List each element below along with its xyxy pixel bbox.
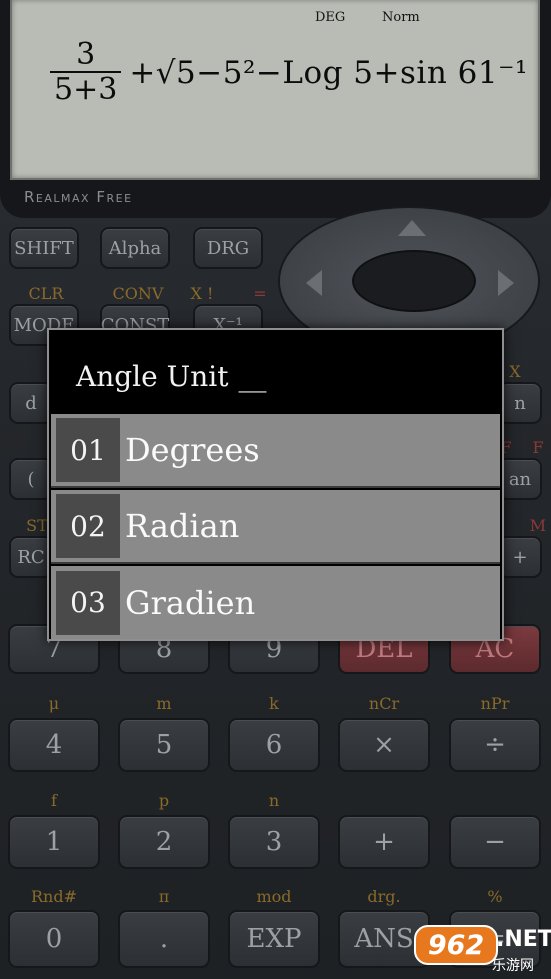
option-label: Degrees [125,431,260,469]
arrow-left-icon[interactable] [306,270,322,296]
dialog-title: Angle Unit __ [76,360,266,393]
dpad-center-button[interactable] [352,250,476,312]
label-kilo: k [269,694,279,713]
option-number: 03 [56,570,120,635]
equals-label: = [253,284,267,303]
right-key-row5[interactable]: + [498,536,542,578]
angle-unit-dialog: Angle Unit __ 01 Degrees 02 Radian 03 Gra… [47,328,504,641]
dialog-title-text: Angle Unit [76,360,229,393]
expression-rest: +√5−5²−Log 5+sin 61⁻¹ [129,55,528,91]
watermark-logo: 962 .NET 乐游网 [410,925,551,979]
label-micro: μ [48,694,60,713]
right-label-row5: M [529,516,547,535]
label-ncr: nCr [368,694,400,713]
arrow-up-icon[interactable] [398,220,426,236]
drg-button[interactable]: DRG [193,227,263,269]
option-label: Radian [125,507,240,545]
clr-label: CLR [28,284,64,303]
arrow-right-icon[interactable] [498,270,514,296]
alpha-button[interactable]: Alpha [100,227,170,269]
fraction-numerator: 3 [76,37,96,72]
option-gradien[interactable]: 03 Gradien [51,566,500,639]
label-percent: % [487,887,503,906]
option-radian[interactable]: 02 Radian [51,490,500,564]
option-degrees[interactable]: 01 Degrees [51,414,500,488]
key-6[interactable]: 6 [228,718,320,772]
option-number: 02 [56,494,120,558]
label-femto: f [51,791,57,810]
watermark-cn: 乐游网 [492,958,534,974]
label-nano: n [268,791,280,810]
key-1[interactable]: 1 [8,815,100,869]
fraction-denominator: 5+3 [54,72,118,107]
divide-button[interactable]: ÷ [449,718,541,772]
key-2[interactable]: 2 [118,815,210,869]
label-pico: p [158,791,170,810]
label-milli: m [156,694,172,713]
plus-button[interactable]: + [338,815,430,869]
lcd-screen: DEG Norm 3 5+3 +√5−5²−Log 5+sin 61⁻¹ [10,0,540,180]
norm-indicator: Norm [382,10,420,25]
fraction: 3 5+3 [50,37,122,107]
option-label: Gradien [125,583,256,622]
multiply-button[interactable]: × [338,718,430,772]
label-pi: π [158,887,170,906]
right-label-row4-b: F [532,438,544,457]
key-3[interactable]: 3 [228,815,320,869]
option-number: 01 [56,418,120,482]
label-rnd: Rnd# [31,887,77,906]
display-frame: DEG Norm 3 5+3 +√5−5²−Log 5+sin 61⁻¹ Rea… [0,0,551,218]
expression: 3 5+3 +√5−5²−Log 5+sin 61⁻¹ [50,38,528,108]
key-0[interactable]: 0 [8,910,100,968]
right-key-row4[interactable]: an [498,458,542,500]
label-drg: drg. [367,887,401,906]
label-mod: mod [256,887,292,906]
minus-button[interactable]: − [449,815,541,869]
key-5[interactable]: 5 [118,718,210,772]
key-4[interactable]: 4 [8,718,100,772]
right-key-row3[interactable]: n [498,382,542,424]
right-label-row3: X [509,362,521,381]
watermark-net: .NET [496,927,551,952]
exp-button[interactable]: EXP [228,910,320,968]
deg-indicator: DEG [315,10,346,25]
shift-button[interactable]: SHIFT [9,227,79,269]
decimal-point-button[interactable]: . [118,910,210,968]
watermark-badge: 962 [414,925,498,965]
dialog-cursor: __ [238,360,267,393]
label-npr: nPr [480,694,510,713]
brand-label: Realmax Free [24,188,133,206]
